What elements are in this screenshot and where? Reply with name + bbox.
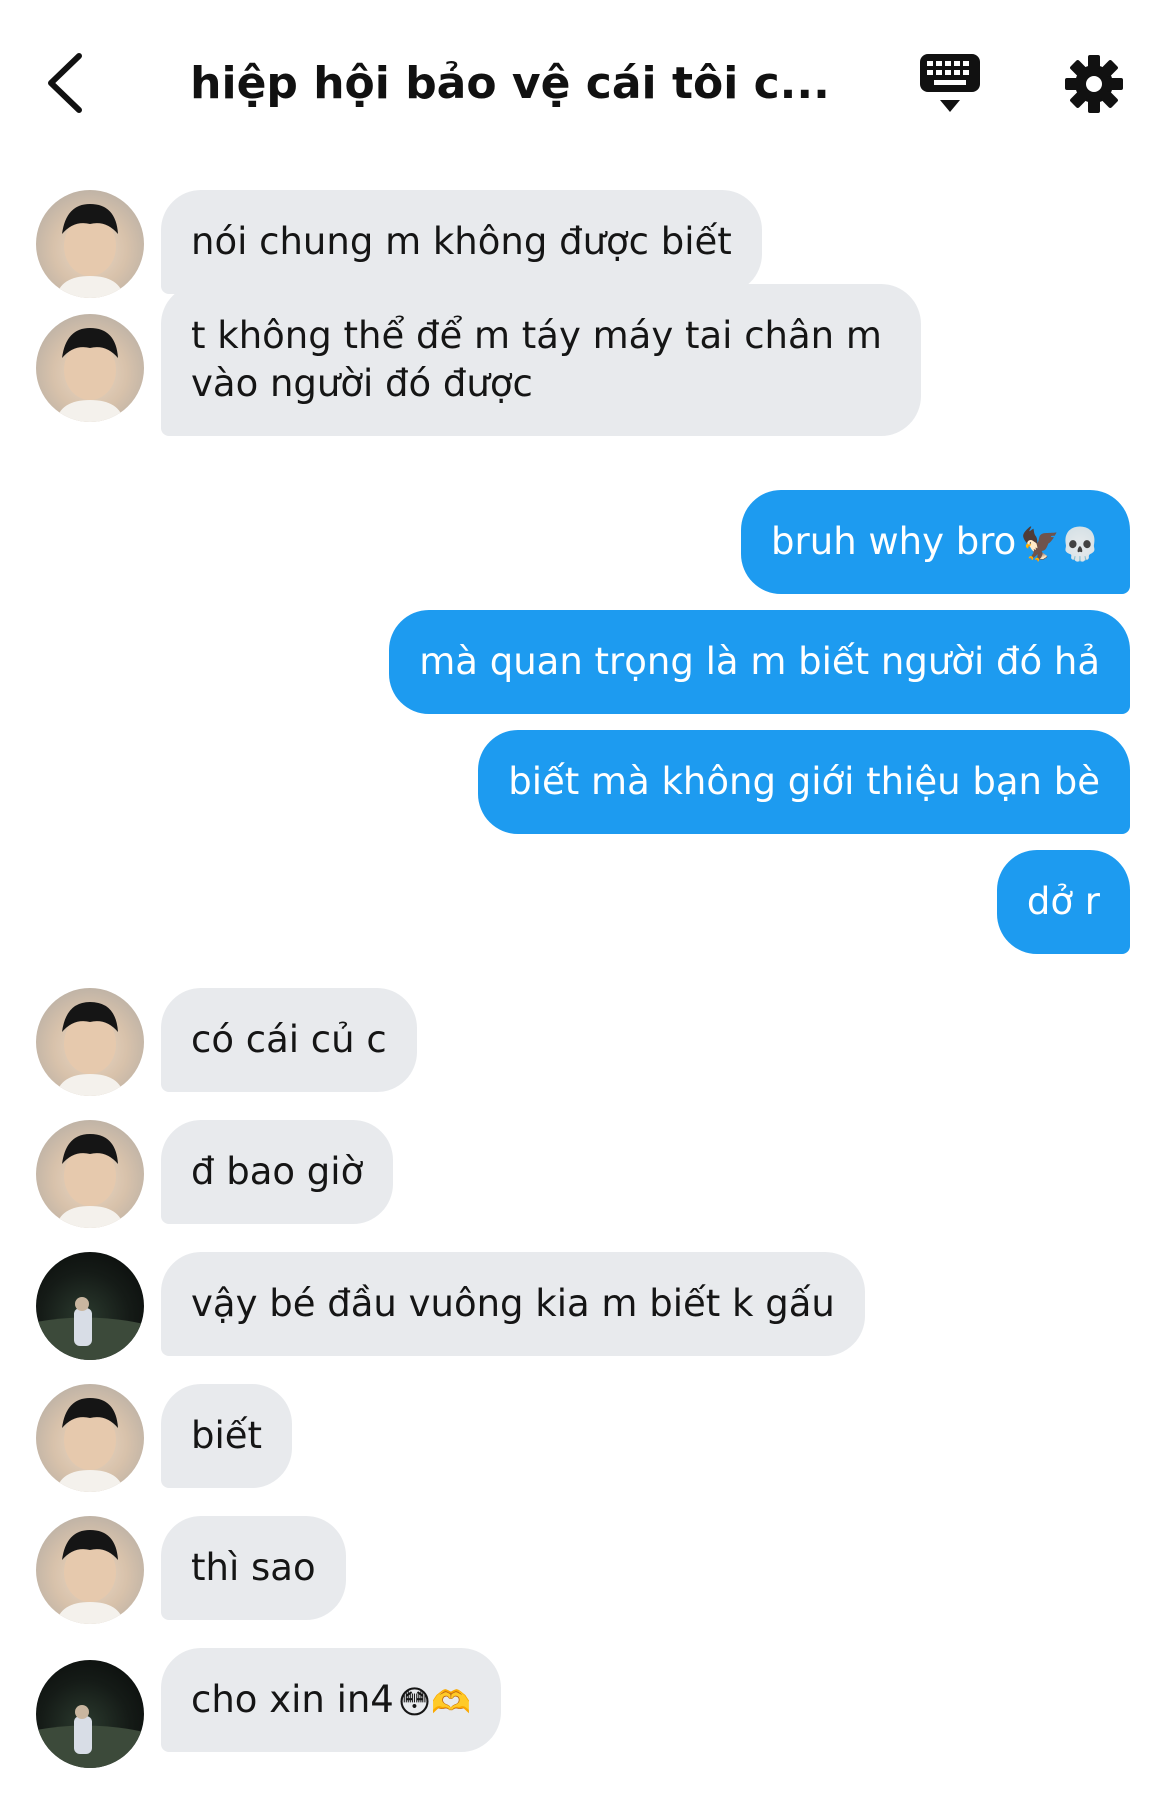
message-row: đ bao giờ: [0, 1120, 1170, 1228]
avatar[interactable]: [36, 1120, 144, 1228]
settings-button[interactable]: [1064, 52, 1124, 116]
outgoing-message-bubble[interactable]: bruh why bro 🦅💀: [741, 490, 1130, 594]
message-text: đ bao giờ: [191, 1150, 364, 1193]
message-row: có cái củ c: [0, 988, 1170, 1096]
person-avatar-image: [56, 1530, 124, 1624]
flushed-heart-hands-emoji: 😳🫶: [397, 1682, 472, 1721]
message-row: cho xin in4 😳🫶: [0, 1648, 1170, 1768]
incoming-message-bubble[interactable]: biết: [161, 1384, 293, 1488]
message-row: bruh why bro 🦅💀: [0, 490, 1170, 598]
incoming-message-bubble[interactable]: đ bao giờ: [161, 1120, 394, 1224]
person-avatar-image: [36, 1705, 144, 1768]
keyboard-button[interactable]: [920, 52, 980, 116]
gear-icon: [1065, 55, 1123, 113]
conversation-title[interactable]: hiệp hội bảo vệ cái tôi c...: [170, 52, 850, 116]
incoming-message-bubble[interactable]: t không thể để m táy máy tai chân m vào …: [161, 284, 921, 436]
message-row: mà quan trọng là m biết người đó hả: [0, 610, 1170, 718]
incoming-message-bubble[interactable]: thì sao: [161, 1516, 346, 1620]
keyboard-icon: [920, 54, 980, 112]
eagle-skull-emoji: 🦅💀: [1020, 524, 1100, 563]
message-text: biết: [191, 1414, 263, 1457]
message-text: cho xin in4: [191, 1678, 394, 1721]
person-avatar-image: [56, 1002, 124, 1096]
person-avatar-image: [36, 1297, 144, 1360]
message-text: nói chung m không được biết: [191, 220, 732, 263]
message-row: vậy bé đầu vuông kia m biết k gấu: [0, 1252, 1170, 1360]
avatar[interactable]: [36, 1252, 144, 1360]
outgoing-message-bubble[interactable]: biết mà không giới thiệu bạn bè: [478, 730, 1130, 834]
message-text: có cái củ c: [191, 1018, 387, 1061]
avatar[interactable]: [36, 1516, 144, 1624]
message-row: nói chung m không được biết: [0, 180, 1170, 298]
incoming-message-bubble[interactable]: vậy bé đầu vuông kia m biết k gấu: [161, 1252, 865, 1356]
message-row: biết: [0, 1384, 1170, 1492]
incoming-message-bubble[interactable]: có cái củ c: [161, 988, 417, 1092]
person-avatar-image: [56, 1134, 124, 1228]
message-row: t không thể để m táy máy tai chân m vào …: [0, 274, 1170, 436]
message-text: bruh why bro: [771, 520, 1017, 563]
incoming-message-bubble[interactable]: cho xin in4 😳🫶: [161, 1648, 502, 1752]
avatar[interactable]: [36, 1384, 144, 1492]
back-button[interactable]: [40, 48, 90, 118]
message-text: thì sao: [191, 1546, 316, 1589]
avatar[interactable]: [36, 1660, 144, 1768]
outgoing-message-bubble[interactable]: mà quan trọng là m biết người đó hả: [389, 610, 1130, 714]
message-list[interactable]: nói chung m không được biết t không thể …: [0, 170, 1170, 1798]
dm-conversation-screen: hiệp hội bảo vệ cái tôi c... nói chung m…: [0, 0, 1170, 1798]
avatar[interactable]: [36, 988, 144, 1096]
chevron-left-icon: [48, 53, 82, 113]
conversation-header: hiệp hội bảo vệ cái tôi c...: [0, 0, 1170, 170]
message-text: t không thể để m táy máy tai chân m vào …: [191, 314, 882, 405]
message-text: biết mà không giới thiệu bạn bè: [508, 760, 1100, 803]
avatar[interactable]: [36, 314, 144, 422]
message-row: thì sao: [0, 1516, 1170, 1624]
message-text: dở r: [1026, 880, 1100, 923]
outgoing-message-bubble[interactable]: dở r: [996, 850, 1130, 954]
person-avatar-image: [56, 1398, 124, 1492]
message-text: vậy bé đầu vuông kia m biết k gấu: [191, 1282, 835, 1325]
message-row: dở r: [0, 850, 1170, 958]
person-avatar-image: [56, 328, 124, 422]
message-row: biết mà không giới thiệu bạn bè: [0, 730, 1170, 838]
message-text: mà quan trọng là m biết người đó hả: [419, 640, 1100, 683]
